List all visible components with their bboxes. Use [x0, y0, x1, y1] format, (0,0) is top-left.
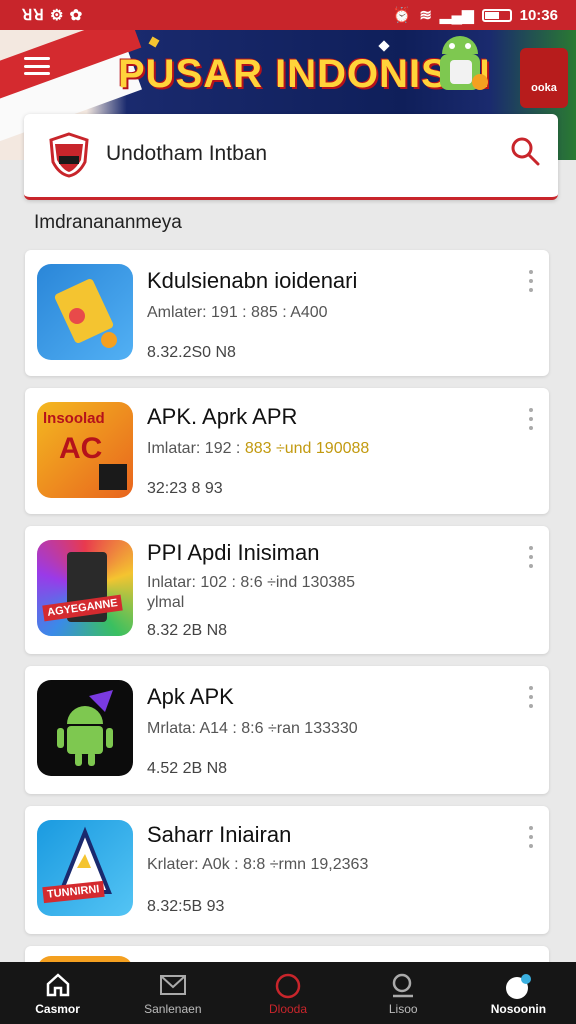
search-icon[interactable] [510, 136, 540, 166]
app-icon: AGYEGANNE [37, 540, 133, 636]
app-card[interactable]: AGYEGANNE PPI Apdi Inisiman Inlatar: 102… [25, 526, 549, 654]
app-meta: Imlatar: 192 : 883 ÷und 190088 [147, 440, 370, 457]
nav-label: Nosoonin [490, 1002, 547, 1016]
app-meta: Mrlata: A14 : 8:6 ÷ran 133330 [147, 720, 358, 737]
android-app-icon [37, 680, 133, 776]
app-card[interactable]: lnsoolad AC APK. Aprk APR Imlatar: 192 :… [25, 388, 549, 514]
app-subtitle: ylmal [147, 594, 185, 611]
android-mascot-icon [440, 36, 488, 90]
app-size: 8.32.2S0 N8 [147, 344, 236, 361]
search-input[interactable]: Undotham Intban [106, 142, 267, 166]
home-icon [46, 973, 69, 997]
status-bar: ꓤꓤ ⚙ ✿ ⏰ ≋ ▂▄▆ 10:36 [0, 0, 576, 30]
nav-mail[interactable]: Sanlenaen [115, 962, 230, 1024]
more-options-icon[interactable] [527, 270, 535, 292]
profile-icon [506, 974, 532, 999]
section-title: Imdranananmeya [34, 212, 182, 233]
app-icon: TUNNIRNI [37, 820, 133, 916]
app-title: APK. Aprk APR [147, 404, 298, 429]
alarm-icon: ⏰ [392, 7, 412, 24]
nav-label: Dlooda [268, 1002, 308, 1016]
nav-search[interactable]: Lisoo [346, 962, 461, 1024]
signal-icon: ▂▄▆ [439, 7, 474, 24]
app-title: PPI Apdi Inisiman [147, 540, 320, 565]
menu-button[interactable] [24, 57, 50, 75]
app-card[interactable]: Kdulsienabn ioidenari Amlater: 191 : 885… [25, 250, 549, 376]
wifi-icon: ≋ [419, 7, 432, 24]
app-title: Apk APK [147, 684, 234, 709]
nav-label: Sanlenaen [144, 1002, 202, 1016]
search-icon [392, 973, 414, 998]
app-meta: Amlater: 191 : 885 : A400 [147, 304, 328, 321]
app-card[interactable]: Apk APK Mrlata: A14 : 8:6 ÷ran 133330 4.… [25, 666, 549, 794]
banner-logo: ooka [520, 48, 568, 108]
app-card[interactable]: TUNNIRNI Saharr Iniairan Krlater: A0k : … [25, 806, 549, 934]
more-options-icon[interactable] [527, 546, 535, 568]
app-size: 4.52 2B N8 [147, 760, 228, 777]
app-title: Saharr Iniairan [147, 822, 292, 847]
confetti [378, 40, 390, 52]
app-meta: Krlater: A0k : 8:8 ÷rmn 19,2363 [147, 856, 369, 873]
nav-home[interactable]: Casmor [0, 962, 115, 1024]
more-options-icon[interactable] [527, 408, 535, 430]
app-icon [37, 264, 133, 360]
nav-profile[interactable]: Nosoonin [461, 962, 576, 1024]
more-options-icon[interactable] [527, 826, 535, 848]
clock: 10:36 [519, 6, 558, 24]
app-size: 8.32:5B 93 [147, 898, 225, 915]
app-meta-highlight: 883 ÷und 190088 [244, 440, 370, 457]
app-icon-top-text: lnsoolad [43, 410, 105, 427]
bottom-navigation: Casmor Sanlenaen Dlooda Lisoo Nosoonin [0, 962, 576, 1024]
circle-icon [275, 973, 301, 999]
app-size: 32:23 8 93 [147, 480, 223, 497]
mail-icon [159, 975, 186, 995]
nav-label: Casmor [35, 1002, 80, 1016]
nav-label: Lisoo [388, 1002, 418, 1016]
nav-center[interactable]: Dlooda [230, 962, 345, 1024]
app-meta: Inlatar: 102 : 8:6 ÷ind 130385 [147, 574, 356, 591]
confetti [148, 36, 160, 48]
more-options-icon[interactable] [527, 686, 535, 708]
battery-icon [481, 8, 512, 22]
app-size: 8.32 2B N8 [147, 622, 228, 639]
app-title: Kdulsienabn ioidenari [147, 268, 358, 293]
app-icon-label: AC [59, 432, 103, 465]
shield-logo-icon [49, 132, 89, 178]
search-bar[interactable]: Undotham Intban [24, 114, 558, 200]
status-icons-right: ⏰ ≋ ▂▄▆ 10:36 [392, 6, 558, 25]
status-icons-left: ꓤꓤ ⚙ ✿ [22, 7, 84, 24]
battery-level [484, 11, 500, 19]
app-icon: lnsoolad AC [37, 402, 133, 498]
